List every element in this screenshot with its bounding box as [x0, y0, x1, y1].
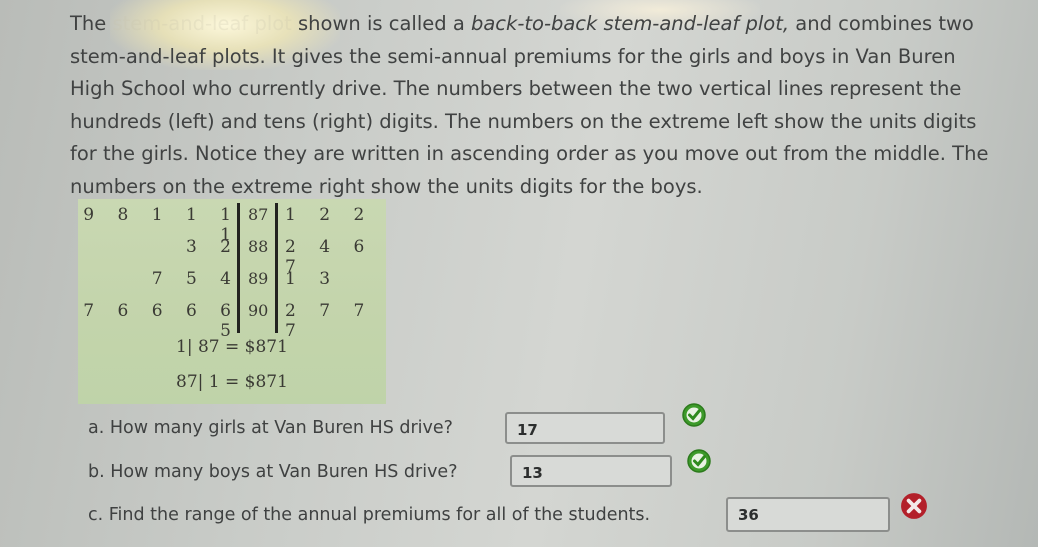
girls-leaves: 3 2	[185, 237, 240, 257]
question-c-answer-input[interactable]: 36	[726, 497, 890, 532]
girls-leaves: 7 6 6 6 6 5	[83, 301, 240, 341]
italic-term: back-to-back stem-and-leaf plot,	[470, 12, 790, 35]
stem-and-leaf-plot: 9 8 1 1 1 1 87 1 2 2 3 2 88 2 4 6 7 7 5 …	[78, 199, 386, 404]
girls-leaves: 7 5 4	[151, 269, 240, 289]
plot-row: 3 2 88 2 4 6 7	[78, 233, 386, 277]
intro-line-2: stem-and-leaf plots. It gives the semi-a…	[70, 44, 956, 68]
correct-check-icon	[682, 403, 706, 427]
key-boys: 87| 1 = $871	[176, 372, 288, 392]
intro-line-1: The stem-and-leaf plot shown is called a…	[70, 12, 974, 35]
question-b-answer-input[interactable]: 13	[510, 455, 672, 487]
incorrect-x-icon	[901, 493, 927, 519]
intro-line-5: for the girls. Notice they are written i…	[70, 142, 989, 165]
plot-row: 9 8 1 1 1 1 87 1 2 2	[78, 201, 386, 245]
stem: 87	[248, 205, 269, 224]
intro-line-4: hundreds (left) and tens (right) digits.…	[70, 109, 977, 133]
plot-row: 7 6 6 6 6 5 90 2 7 7 7	[78, 297, 386, 341]
obscured-text: stem-and-leaf plot	[112, 12, 292, 35]
boys-leaves: 2 7 7 7	[285, 301, 374, 341]
question-c-label: c. Find the range of the annual premiums…	[88, 505, 651, 525]
question-b-label: b. How many boys at Van Buren HS drive?	[88, 462, 458, 482]
correct-check-icon	[687, 449, 711, 473]
key-girls: 1| 87 = $871	[176, 337, 288, 357]
intro-line-3: High School who currently drive. The num…	[70, 77, 962, 100]
stem: 90	[248, 301, 269, 320]
intro-paragraph: The stem-and-leaf plot shown is called a…	[70, 8, 1030, 203]
boys-leaves: 1 2 2	[285, 205, 374, 225]
boys-leaves: 1 3	[285, 269, 340, 289]
stem: 88	[248, 237, 269, 256]
question-a-label: a. How many girls at Van Buren HS drive?	[88, 418, 453, 438]
plot-row: 7 5 4 89 1 3	[78, 265, 386, 295]
stem: 89	[248, 269, 269, 288]
question-a-answer-input[interactable]: 17	[505, 412, 665, 444]
